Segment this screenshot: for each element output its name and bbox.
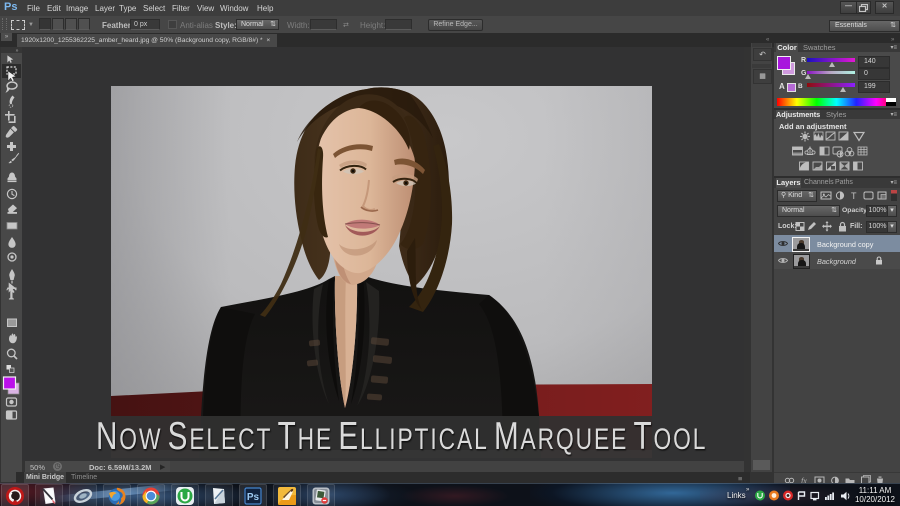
svg-text:»: » [16, 48, 19, 54]
svg-text:Ps: Ps [247, 492, 260, 503]
svg-text:T: T [851, 191, 857, 201]
